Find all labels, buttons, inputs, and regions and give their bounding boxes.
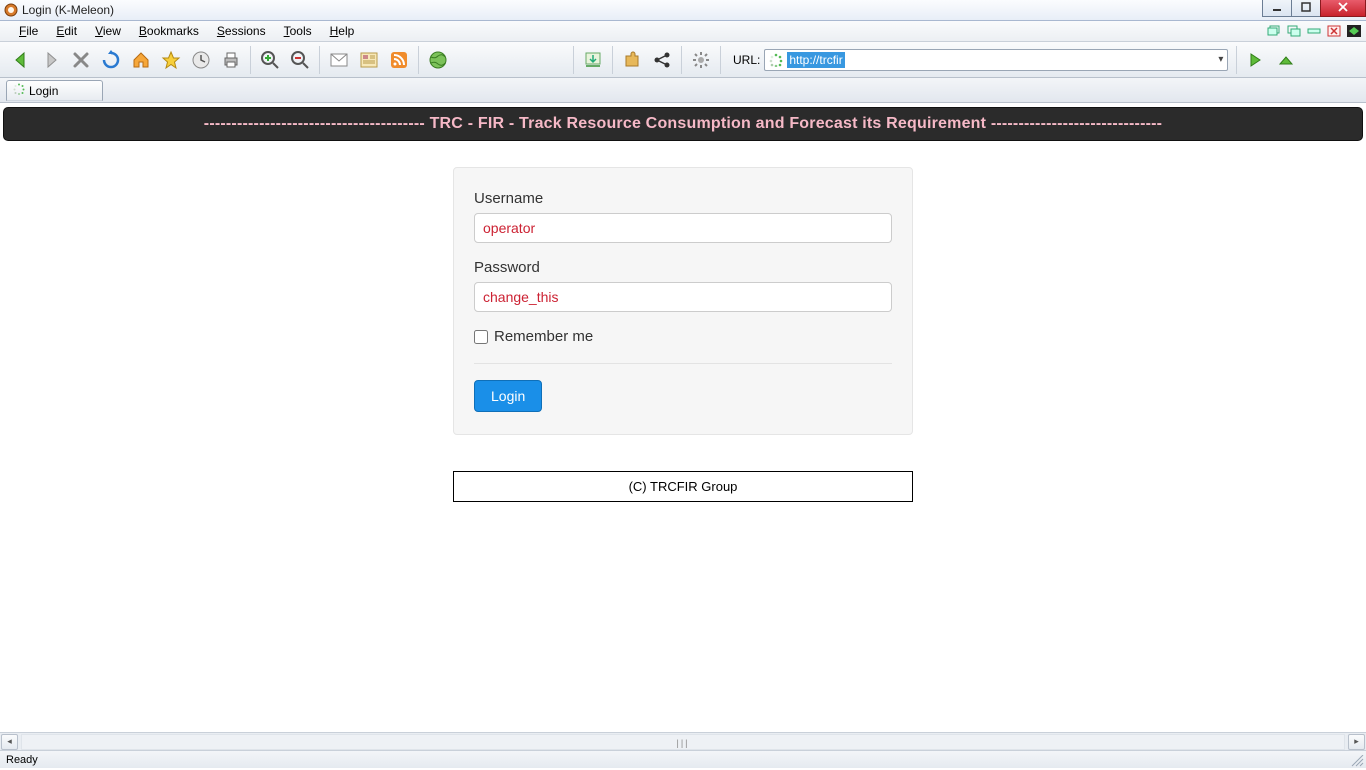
- toolbar-separator: [250, 46, 251, 74]
- scroll-left-button[interactable]: ◂: [1, 734, 18, 750]
- menu-help[interactable]: Help: [321, 22, 364, 40]
- url-field[interactable]: http://trcfir ▾: [764, 49, 1228, 71]
- toolbar: URL: http://trcfir ▾: [0, 42, 1366, 78]
- close-tab-icon[interactable]: [1326, 23, 1342, 39]
- login-button[interactable]: Login: [474, 380, 542, 412]
- login-form: Username Password Remember me Login: [453, 167, 913, 435]
- toolbar-separator: [681, 46, 682, 74]
- menu-view[interactable]: View: [86, 22, 130, 40]
- mail-button[interactable]: [325, 46, 353, 74]
- back-button[interactable]: [7, 46, 35, 74]
- window-titlebar: Login (K-Meleon): [0, 0, 1366, 21]
- remember-me-checkbox[interactable]: [474, 330, 488, 344]
- go-up-button[interactable]: [1272, 46, 1300, 74]
- username-input[interactable]: [474, 213, 892, 243]
- settings-button[interactable]: [687, 46, 715, 74]
- toolbar-separator: [1236, 46, 1237, 74]
- maximize-button[interactable]: [1291, 0, 1321, 17]
- toolbar-separator: [319, 46, 320, 74]
- menu-bookmarks[interactable]: Bookmarks: [130, 22, 208, 40]
- forward-button[interactable]: [37, 46, 65, 74]
- password-label: Password: [474, 259, 892, 276]
- globe-button[interactable]: [424, 46, 452, 74]
- url-group: URL: http://trcfir ▾: [733, 49, 1228, 71]
- history-button[interactable]: [187, 46, 215, 74]
- scroll-track[interactable]: |||: [21, 734, 1345, 750]
- window-buttons: [1263, 0, 1366, 17]
- status-text: Ready: [6, 754, 38, 766]
- toolbar-separator: [418, 46, 419, 74]
- minimize-all-icon[interactable]: [1306, 23, 1322, 39]
- remember-me-row[interactable]: Remember me: [474, 328, 892, 345]
- puzzle-button[interactable]: [618, 46, 646, 74]
- toolbar-separator: [573, 46, 574, 74]
- fullscreen-icon[interactable]: [1346, 23, 1362, 39]
- scroll-grip-icon: |||: [676, 738, 689, 748]
- tab-bar: Login: [0, 78, 1366, 103]
- form-divider: [474, 363, 892, 364]
- footer: (C) TRCFIR Group: [453, 471, 913, 502]
- url-label: URL:: [733, 53, 760, 67]
- menu-tools[interactable]: Tools: [275, 22, 321, 40]
- minimize-button[interactable]: [1262, 0, 1292, 17]
- remember-me-label: Remember me: [494, 328, 593, 345]
- resize-grip-icon[interactable]: [1350, 755, 1364, 767]
- print-button[interactable]: [217, 46, 245, 74]
- home-button[interactable]: [127, 46, 155, 74]
- news-button[interactable]: [355, 46, 383, 74]
- horizontal-scrollbar[interactable]: ◂ ||| ▸: [0, 732, 1366, 750]
- window-title: Login (K-Meleon): [22, 3, 114, 17]
- throbber-icon: [13, 83, 25, 98]
- banner: ----------------------------------------…: [3, 107, 1363, 141]
- zoom-in-button[interactable]: [256, 46, 284, 74]
- throbber-icon: [767, 51, 785, 69]
- restore-icon[interactable]: [1266, 23, 1282, 39]
- bookmark-star-button[interactable]: [157, 46, 185, 74]
- tab-label: Login: [29, 84, 58, 98]
- toolbar-separator: [612, 46, 613, 74]
- menu-sessions[interactable]: Sessions: [208, 22, 275, 40]
- url-text: http://trcfir: [787, 52, 844, 68]
- menu-bar: File Edit View Bookmarks Sessions Tools …: [0, 21, 1366, 42]
- close-button[interactable]: [1320, 0, 1366, 17]
- reload-button[interactable]: [97, 46, 125, 74]
- toolbar-separator: [720, 46, 721, 74]
- username-label: Username: [474, 190, 892, 207]
- password-input[interactable]: [474, 282, 892, 312]
- scroll-right-button[interactable]: ▸: [1348, 734, 1365, 750]
- menu-edit[interactable]: Edit: [47, 22, 86, 40]
- cascade-icon[interactable]: [1286, 23, 1302, 39]
- url-dropdown-icon[interactable]: ▾: [1218, 54, 1223, 65]
- share-button[interactable]: [648, 46, 676, 74]
- zoom-out-button[interactable]: [286, 46, 314, 74]
- stop-button[interactable]: [67, 46, 95, 74]
- menu-file[interactable]: File: [10, 22, 47, 40]
- page-content: ----------------------------------------…: [0, 103, 1366, 730]
- app-icon: [4, 3, 18, 17]
- go-button[interactable]: [1242, 46, 1270, 74]
- download-button[interactable]: [579, 46, 607, 74]
- status-bar: Ready: [0, 750, 1366, 768]
- tab-login[interactable]: Login: [6, 80, 103, 101]
- rss-button[interactable]: [385, 46, 413, 74]
